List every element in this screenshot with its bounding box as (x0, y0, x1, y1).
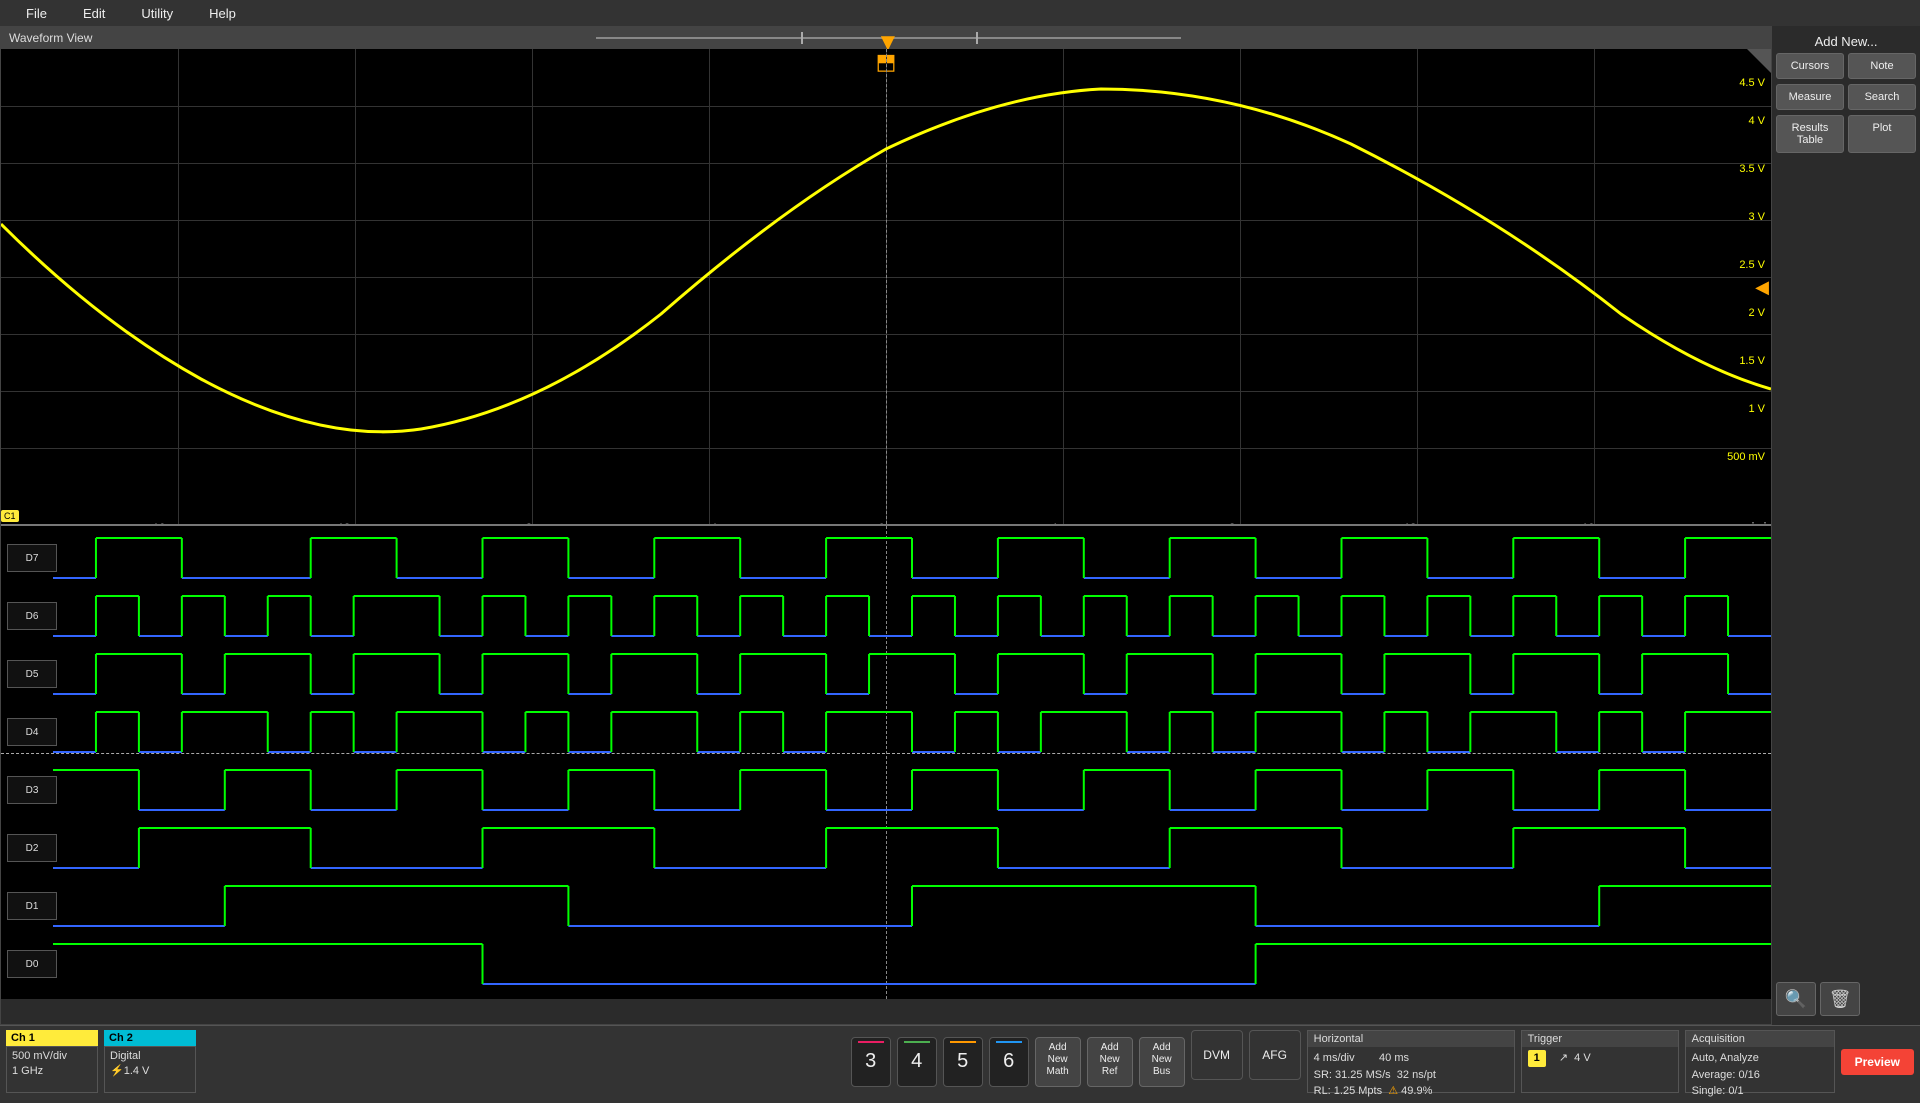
plot-button[interactable]: Plot (1848, 115, 1916, 153)
rising-edge-icon: ↗ (1559, 1052, 1568, 1064)
trash-icon[interactable]: 🗑 (1820, 982, 1860, 1016)
acquisition-panel[interactable]: Acquisition Auto, Analyze Average: 0/16 … (1685, 1030, 1835, 1093)
add-new-sidebar: Add New... Cursors Note Measure Search R… (1772, 26, 1920, 1025)
digital-row-d4[interactable]: D4 (1, 704, 1771, 760)
digital-row-d0[interactable]: D0 (1, 936, 1771, 992)
digital-label[interactable]: D6 (7, 602, 57, 630)
add-new-bus-button[interactable]: AddNewBus (1139, 1037, 1185, 1087)
waveform-viewport: Waveform View ▼ ⬒ ◀ 4.5 V4 V3.5 V (0, 26, 1772, 1025)
ch1-ground-marker[interactable]: C1 (1, 510, 19, 522)
digital-row-d3[interactable]: D3 (1, 762, 1771, 818)
digital-row-d6[interactable]: D6 (1, 588, 1771, 644)
add-new-group: AddNewMathAddNewRefAddNewBus (1035, 1030, 1185, 1093)
analog-waveform-area[interactable]: ⬒ ◀ 4.5 V4 V3.5 V3 V2.5 V2 V1.5 V1 V500 … (1, 49, 1771, 524)
menu-edit[interactable]: Edit (65, 2, 123, 25)
channel-1-badge[interactable]: Ch 1 500 mV/div 1 GHz (6, 1030, 98, 1093)
digital-label[interactable]: D0 (7, 950, 57, 978)
digital-label[interactable]: D4 (7, 718, 57, 746)
bottom-toolbar: Ch 1 500 mV/div 1 GHz Ch 2 Digital ⚡1.4 … (0, 1025, 1920, 1103)
digital-label[interactable]: D2 (7, 834, 57, 862)
measure-button[interactable]: Measure (1776, 84, 1844, 110)
menu-help[interactable]: Help (191, 2, 254, 25)
trigger-level-icon[interactable]: ◀ (1755, 277, 1769, 298)
afg-button[interactable]: AFG (1249, 1030, 1301, 1080)
dvm-button[interactable]: DVM (1191, 1030, 1243, 1080)
channel-6-button[interactable]: 6 (989, 1037, 1029, 1087)
channel-3-button[interactable]: 3 (851, 1037, 891, 1087)
menu-file[interactable]: File (8, 2, 65, 25)
menu-bar: File Edit Utility Help (0, 0, 1920, 26)
ch1-waveform (1, 49, 1771, 524)
note-button[interactable]: Note (1848, 53, 1916, 79)
digital-row-d2[interactable]: D2 (1, 820, 1771, 876)
digital-row-d5[interactable]: D5 (1, 646, 1771, 702)
inactive-channels: 3456 (851, 1030, 1029, 1093)
channel-5-button[interactable]: 5 (943, 1037, 983, 1087)
preview-button[interactable]: Preview (1841, 1049, 1914, 1075)
digital-label[interactable]: D7 (7, 544, 57, 572)
channel-4-button[interactable]: 4 (897, 1037, 937, 1087)
digital-waveform-area[interactable]: D7 D6 D5 D4 D3 D2 D1 D0 (1, 524, 1771, 999)
channel-2-badge[interactable]: Ch 2 Digital ⚡1.4 V (104, 1030, 196, 1093)
digital-label[interactable]: D3 (7, 776, 57, 804)
zoom-icon[interactable]: 🔍 (1776, 982, 1816, 1016)
sidebar-title: Add New... (1776, 30, 1916, 53)
digital-row-d1[interactable]: D1 (1, 878, 1771, 934)
digital-label[interactable]: D1 (7, 892, 57, 920)
digital-row-d7[interactable]: D7 (1, 530, 1771, 586)
menu-utility[interactable]: Utility (123, 2, 191, 25)
add-new-ref-button[interactable]: AddNewRef (1087, 1037, 1133, 1087)
horizontal-panel[interactable]: Horizontal 4 ms/div 40 ms SR: 31.25 MS/s… (1307, 1030, 1515, 1093)
trigger-panel[interactable]: Trigger 1 ↗ 4 V (1521, 1030, 1679, 1093)
waveform-title: Waveform View (9, 31, 92, 45)
results-table-button[interactable]: Results Table (1776, 115, 1844, 153)
search-button[interactable]: Search (1848, 84, 1916, 110)
add-new-math-button[interactable]: AddNewMath (1035, 1037, 1081, 1087)
digital-label[interactable]: D5 (7, 660, 57, 688)
waveform-title-bar: Waveform View ▼ (1, 27, 1771, 49)
cursors-button[interactable]: Cursors (1776, 53, 1844, 79)
